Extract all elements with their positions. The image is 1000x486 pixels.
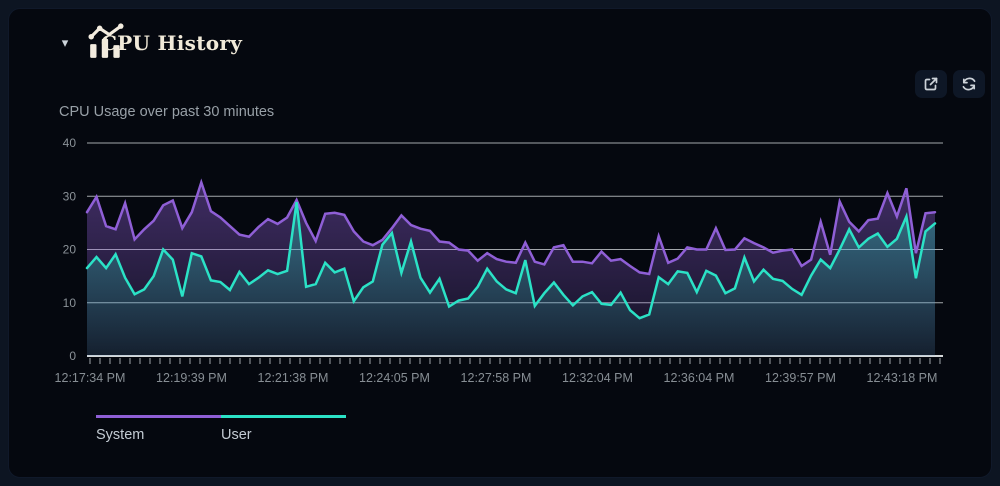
svg-text:20: 20 — [63, 243, 77, 257]
svg-text:12:24:05 PM: 12:24:05 PM — [359, 371, 430, 385]
svg-text:12:21:38 PM: 12:21:38 PM — [258, 371, 329, 385]
svg-text:12:27:58 PM: 12:27:58 PM — [461, 371, 532, 385]
svg-text:12:32:04 PM: 12:32:04 PM — [562, 371, 633, 385]
svg-text:12:17:34 PM: 12:17:34 PM — [55, 371, 126, 385]
cpu-usage-area-chart: 0 10 20 30 40 12:17:34 PM 12:19:39 PM 12:21:38 … — [0, 0, 1000, 486]
svg-text:30: 30 — [63, 189, 77, 203]
svg-text:0: 0 — [69, 349, 76, 363]
svg-text:12:19:39 PM: 12:19:39 PM — [156, 371, 227, 385]
svg-text:12:39:57 PM: 12:39:57 PM — [765, 371, 836, 385]
svg-text:40: 40 — [63, 136, 77, 150]
svg-text:12:36:04 PM: 12:36:04 PM — [664, 371, 735, 385]
svg-text:12:43:18 PM: 12:43:18 PM — [867, 371, 938, 385]
svg-text:10: 10 — [63, 296, 77, 310]
